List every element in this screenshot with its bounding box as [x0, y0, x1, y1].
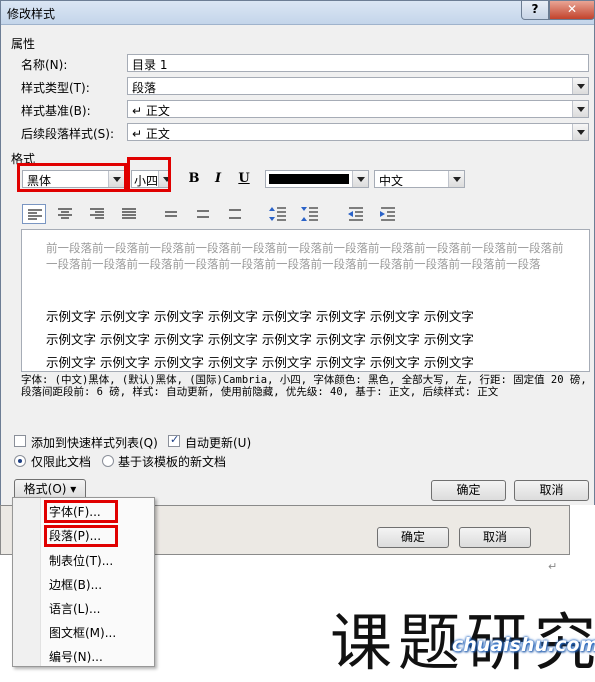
increase-spacing-icon[interactable]: [266, 204, 290, 224]
only-this-document-label: 仅限此文档: [31, 455, 92, 469]
menu-item-paragraph[interactable]: 段落(P)...: [49, 525, 101, 547]
new-docs-template-radio[interactable]: [102, 455, 114, 467]
font-color-select[interactable]: [265, 170, 369, 188]
menu-item-border[interactable]: 边框(B)...: [49, 574, 102, 596]
decrease-spacing-icon[interactable]: [298, 204, 322, 224]
line-spacing-1-5-button[interactable]: [191, 204, 215, 224]
following-style-value: ↵ 正文: [132, 127, 170, 141]
chevron-down-icon[interactable]: [108, 171, 124, 187]
close-button[interactable]: ✕: [549, 1, 595, 20]
align-left-button[interactable]: [22, 204, 46, 224]
font-size-select[interactable]: 小四: [131, 170, 171, 188]
bold-button[interactable]: B: [183, 169, 205, 189]
decrease-indent-icon[interactable]: [344, 204, 368, 224]
style-type-value: 段落: [132, 81, 157, 95]
line-spacing-single-button[interactable]: [159, 204, 183, 224]
style-based-on-value: ↵ 正文: [132, 104, 170, 118]
only-this-document-radio[interactable]: [14, 455, 26, 467]
menu-item-font[interactable]: 字体(F)...: [49, 501, 101, 523]
dialog-content: 属性 名称(N): 目录 1 样式类型(T): 段落 样式基准(B): ↵ 正文…: [1, 25, 594, 505]
sample-text-row: 示例文字 示例文字 示例文字 示例文字 示例文字 示例文字 示例文字 示例文字: [46, 355, 474, 370]
menu-item-tabs[interactable]: 制表位(T)...: [49, 550, 113, 572]
auto-update-checkbox[interactable]: [168, 433, 180, 447]
menu-item-numbering[interactable]: 编号(N)...: [49, 646, 103, 668]
style-type-select[interactable]: 段落: [127, 77, 589, 95]
menu-icon-strip: [13, 498, 41, 666]
previous-paragraph-text: 前一段落前一段落前一段落前一段落前一段落前一段落前一段落前一段落前一段落前一段落…: [46, 241, 564, 271]
following-style-label: 后续段落样式(S):: [21, 127, 115, 141]
style-preview-pane: 前一段落前一段落前一段落前一段落前一段落前一段落前一段落前一段落前一段落前一段落…: [21, 229, 590, 372]
underline-button[interactable]: U: [233, 169, 255, 189]
chevron-down-icon[interactable]: [572, 124, 588, 140]
add-to-quick-styles-checkbox[interactable]: [14, 435, 26, 447]
increase-indent-icon[interactable]: [376, 204, 400, 224]
align-right-button[interactable]: [85, 204, 109, 224]
format-dropdown-menu: 字体(F)... 段落(P)... 制表位(T)... 边框(B)... 语言(…: [12, 497, 155, 667]
window-title: 修改样式: [7, 7, 56, 21]
background-ok-button[interactable]: 确定: [377, 527, 449, 548]
chevron-down-icon[interactable]: [158, 171, 171, 187]
chevron-down-icon[interactable]: [448, 171, 464, 187]
background-cancel-button[interactable]: 取消: [459, 527, 531, 548]
format-section-label: 格式: [11, 152, 36, 166]
menu-item-frame[interactable]: 图文框(M)...: [49, 622, 116, 644]
name-input[interactable]: 目录 1: [127, 54, 589, 72]
color-swatch: [269, 174, 349, 184]
modify-style-dialog: 修改样式 ? ✕ 属性 名称(N): 目录 1 样式类型(T): 段落 样式基准…: [0, 0, 595, 505]
font-value: 黑体: [27, 174, 52, 188]
sample-text-row: 示例文字 示例文字 示例文字 示例文字 示例文字 示例文字 示例文字 示例文字: [46, 309, 474, 324]
paragraph-mark: ↵: [548, 560, 558, 573]
ok-button[interactable]: 确定: [431, 480, 506, 501]
watermark: chuaishu.com: [452, 634, 595, 656]
name-label: 名称(N):: [21, 58, 68, 72]
script-select[interactable]: 中文: [374, 170, 465, 188]
title-bar: 修改样式 ? ✕: [1, 1, 595, 25]
font-select[interactable]: 黑体: [22, 170, 125, 188]
script-value: 中文: [379, 174, 404, 188]
style-type-label: 样式类型(T):: [21, 81, 90, 95]
align-center-button[interactable]: [53, 204, 77, 224]
style-based-on-label: 样式基准(B):: [21, 104, 91, 118]
style-based-on-select[interactable]: ↵ 正文: [127, 100, 589, 118]
chevron-down-icon[interactable]: [572, 101, 588, 117]
menu-item-language[interactable]: 语言(L)...: [49, 598, 101, 620]
line-spacing-double-button[interactable]: [223, 204, 247, 224]
add-to-quick-styles-label: 添加到快速样式列表(Q): [31, 436, 158, 450]
help-button[interactable]: ?: [521, 1, 549, 20]
justify-button[interactable]: [117, 204, 141, 224]
cancel-button[interactable]: 取消: [514, 480, 589, 501]
chevron-down-icon[interactable]: [352, 171, 368, 187]
sample-text-row: 示例文字 示例文字 示例文字 示例文字 示例文字 示例文字 示例文字 示例文字: [46, 332, 474, 347]
font-size-value: 小四: [134, 174, 159, 188]
style-description: 字体: (中文)黑体, (默认)黑体, (国际)Cambria, 小四, 字体颜…: [21, 374, 587, 398]
following-style-select[interactable]: ↵ 正文: [127, 123, 589, 141]
chevron-down-icon[interactable]: [572, 78, 588, 94]
auto-update-label: 自动更新(U): [185, 436, 252, 450]
new-docs-template-label: 基于该模板的新文档: [118, 455, 227, 469]
italic-button[interactable]: I: [207, 169, 229, 189]
properties-section-label: 属性: [11, 37, 36, 51]
